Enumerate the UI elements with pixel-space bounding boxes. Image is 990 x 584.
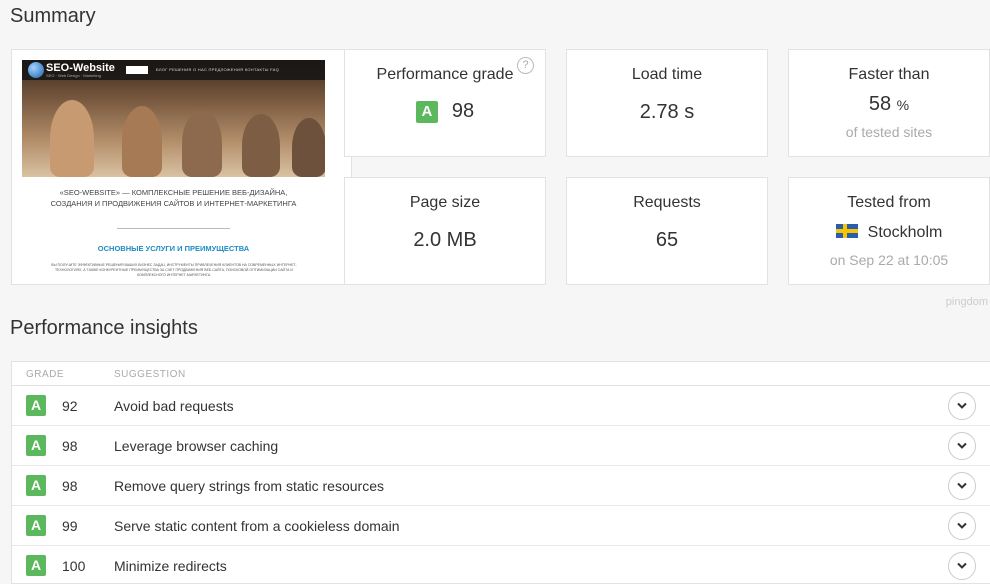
- row-score: 92: [62, 398, 78, 414]
- screenshot-preview: SEO-Website SEO · Web Design · Marketing…: [22, 60, 325, 276]
- row-score: 100: [62, 558, 86, 574]
- expand-button[interactable]: [948, 392, 976, 420]
- suggestion-column-header: SUGGESTION: [114, 369, 186, 380]
- requests-card: Requests 65: [566, 177, 768, 285]
- grade-column-header: GRADE: [26, 369, 65, 380]
- row-score: 98: [62, 478, 78, 494]
- tested-from-location: Stockholm: [867, 224, 943, 241]
- sweden-flag-icon: [835, 224, 858, 238]
- performance-score: 98: [451, 100, 475, 122]
- chevron-down-icon: [957, 402, 967, 409]
- page-size-label: Page size: [409, 194, 481, 211]
- grade-badge: A: [26, 515, 46, 536]
- insights-table: GRADE SUGGESTION A 92 Avoid bad requests…: [11, 361, 990, 584]
- row-suggestion: Remove query strings from static resourc…: [114, 478, 384, 494]
- row-score: 98: [62, 438, 78, 454]
- row-score: 99: [62, 518, 78, 534]
- page-size-card: Page size 2.0 MB: [344, 177, 546, 285]
- table-row[interactable]: A 98 Leverage browser caching: [12, 426, 990, 466]
- screenshot-divider: [117, 228, 230, 229]
- insights-heading: Performance insights: [10, 317, 198, 339]
- expand-button[interactable]: [948, 552, 976, 580]
- insights-table-header: GRADE SUGGESTION: [12, 362, 990, 386]
- grade-badge: A: [415, 100, 438, 123]
- site-screenshot: SEO-Website SEO · Web Design · Marketing…: [11, 49, 352, 285]
- screenshot-paragraph: ВЫ ПОЛУЧИТЕ ЭФФЕКТИВНЫЕ РЕШЕНИЯ ВАШИХ БИ…: [51, 263, 297, 276]
- faster-than-label: Faster than: [848, 66, 930, 83]
- expand-button[interactable]: [948, 432, 976, 460]
- chevron-down-icon: [957, 442, 967, 449]
- screenshot-headline: «SEO-WEBSITE» — КОМПЛЕКСНЫЕ РЕШЕНИЕ ВЕБ-…: [22, 187, 325, 209]
- table-row[interactable]: A 100 Minimize redirects: [12, 546, 990, 583]
- globe-icon: [28, 62, 44, 78]
- faster-than-card: Faster than 58 % of tested sites: [788, 49, 990, 157]
- faster-than-value: 58 %: [789, 93, 989, 116]
- expand-button[interactable]: [948, 512, 976, 540]
- grade-badge: A: [26, 475, 46, 496]
- table-row[interactable]: A 99 Serve static content from a cookiel…: [12, 506, 990, 546]
- tested-from-label: Tested from: [847, 194, 931, 211]
- screenshot-nav-links: БЛОГ РЕШЕНИЯ О НАС ПРЕДЛОЖЕНИЯ КОНТАКТЫ …: [156, 67, 280, 72]
- screenshot-subheading: ОСНОВНЫЕ УСЛУГИ И ПРЕИМУЩЕСТВА: [97, 244, 250, 253]
- screenshot-logo-sub: SEO · Web Design · Marketing: [46, 73, 101, 78]
- page-size-value: 2.0 MB: [413, 229, 477, 251]
- row-suggestion: Minimize redirects: [114, 558, 227, 574]
- screenshot-nav-button: [126, 66, 148, 74]
- tested-from-card: Tested from Stockholm on Sep 22 at 10:05: [788, 177, 990, 285]
- help-icon[interactable]: ?: [517, 57, 534, 74]
- faster-than-percent: 58: [868, 93, 892, 115]
- load-time-value: 2.78 s: [639, 101, 695, 123]
- screenshot-headline-line-1: «SEO-WEBSITE» — КОМПЛЕКСНЫЕ РЕШЕНИЕ ВЕБ-…: [59, 188, 288, 197]
- row-suggestion: Serve static content from a cookieless d…: [114, 518, 400, 534]
- summary-heading: Summary: [10, 5, 96, 27]
- requests-value: 65: [655, 229, 679, 251]
- grade-badge: A: [26, 435, 46, 456]
- table-row[interactable]: A 92 Avoid bad requests: [12, 386, 990, 426]
- tested-from-location-row: Stockholm: [789, 224, 989, 242]
- pingdom-brand: pingdom: [945, 296, 988, 308]
- load-time-card: Load time 2.78 s: [566, 49, 768, 157]
- performance-grade-label: Performance grade: [376, 66, 514, 83]
- expand-button[interactable]: [948, 472, 976, 500]
- grade-badge: A: [26, 395, 46, 416]
- requests-label: Requests: [633, 194, 701, 211]
- chevron-down-icon: [957, 482, 967, 489]
- row-suggestion: Leverage browser caching: [114, 438, 279, 454]
- faster-than-unit: %: [896, 97, 910, 113]
- tested-from-date: on Sep 22 at 10:05: [829, 252, 949, 268]
- performance-grade-card: Performance grade ? A 98: [344, 49, 546, 157]
- chevron-down-icon: [957, 522, 967, 529]
- faster-than-sub: of tested sites: [845, 124, 933, 140]
- load-time-label: Load time: [631, 66, 703, 83]
- screenshot-nav: SEO-Website SEO · Web Design · Marketing…: [22, 60, 325, 80]
- screenshot-headline-line-2: СОЗДАНИЯ И ПРОДВИЖЕНИЯ САЙТОВ И ИНТЕРНЕТ…: [50, 199, 297, 208]
- grade-badge: A: [26, 555, 46, 576]
- chevron-down-icon: [957, 562, 967, 569]
- row-suggestion: Avoid bad requests: [114, 398, 234, 414]
- table-row[interactable]: A 98 Remove query strings from static re…: [12, 466, 990, 506]
- performance-grade-value: A 98: [345, 100, 545, 123]
